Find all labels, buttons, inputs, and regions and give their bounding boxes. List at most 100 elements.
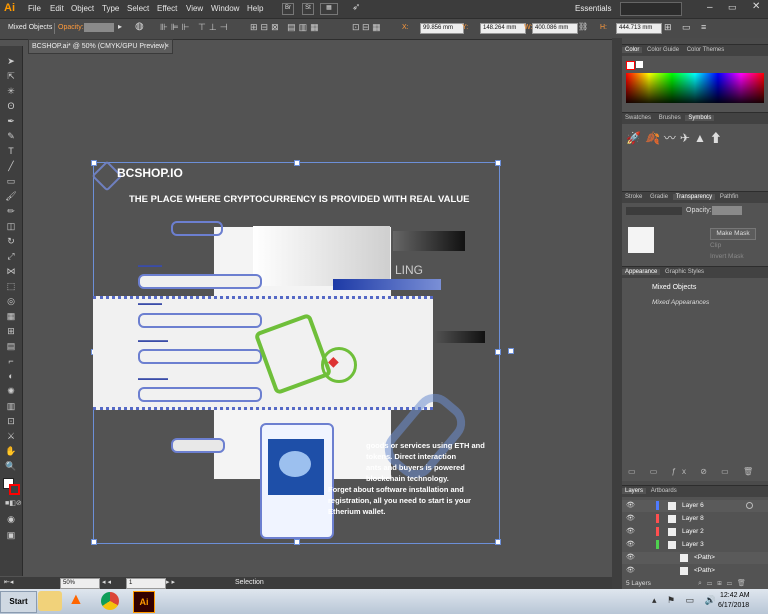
selection-handle[interactable] bbox=[91, 160, 97, 166]
fill-stroke-swatches[interactable] bbox=[626, 61, 635, 70]
menu-file[interactable]: File bbox=[28, 4, 41, 13]
free-transform-tool-icon[interactable]: ⬚ bbox=[5, 281, 17, 292]
transform-icons[interactable]: ⊡ ⊟ ▦ bbox=[352, 22, 381, 33]
menu-window[interactable]: Window bbox=[211, 4, 239, 13]
artboard-field[interactable]: 1 bbox=[126, 578, 166, 589]
menu-edit[interactable]: Edit bbox=[50, 4, 64, 13]
menu-effect[interactable]: Effect bbox=[157, 4, 177, 13]
layer-name[interactable]: <Path> bbox=[694, 567, 715, 574]
pencil-tool-icon[interactable]: ✏ bbox=[5, 206, 17, 217]
start-button[interactable]: Start bbox=[0, 591, 37, 613]
visibility-eye-icon[interactable]: 👁 bbox=[626, 566, 635, 574]
mesh-tool-icon[interactable]: ⊞ bbox=[5, 326, 17, 337]
visibility-eye-icon[interactable]: 👁 bbox=[626, 527, 635, 535]
magic-wand-tool-icon[interactable]: ✳ bbox=[5, 86, 17, 97]
direct-selection-tool-icon[interactable]: ⇱ bbox=[5, 71, 17, 82]
search-field[interactable] bbox=[620, 2, 682, 16]
distribute-icons[interactable]: ⊞⊟⊠ ▤▥▦ bbox=[250, 22, 322, 33]
h-field[interactable]: 444.713 mm bbox=[616, 23, 662, 34]
symbol-thumbnails[interactable]: 🚀🍂〰✈▲⬆ bbox=[626, 129, 726, 146]
workspace-switcher[interactable]: Essentials bbox=[575, 4, 611, 13]
tab-symbols[interactable]: Symbols bbox=[685, 115, 715, 121]
visibility-eye-icon[interactable]: 👁 bbox=[626, 553, 635, 561]
close-tab-icon[interactable]: × bbox=[165, 40, 169, 53]
layer-row[interactable]: 👁 Layer 8 bbox=[622, 513, 768, 525]
paintbrush-tool-icon[interactable]: 🖌 bbox=[5, 191, 17, 202]
curvature-tool-icon[interactable]: ✎ bbox=[5, 131, 17, 142]
visibility-eye-icon[interactable]: 👁 bbox=[626, 514, 635, 522]
opacity-arrow-icon[interactable]: ▸ bbox=[118, 22, 122, 31]
rotate-tool-icon[interactable]: ↻ bbox=[5, 236, 17, 247]
perspective-grid-tool-icon[interactable]: ▦ bbox=[5, 311, 17, 322]
appearance-footer-icons[interactable]: ▭ ▭ ƒx ⊘ ▭ 🗑 bbox=[628, 467, 759, 476]
selection-handle[interactable] bbox=[495, 160, 501, 166]
tab-pathfinder[interactable]: Pathfin bbox=[717, 194, 742, 200]
align-icons[interactable]: ⊪⊫⊩ ⊤⊥⊣ bbox=[160, 22, 231, 33]
tab-artboards[interactable]: Artboards bbox=[648, 488, 680, 494]
stroke-swatch[interactable] bbox=[9, 484, 20, 495]
tab-layers[interactable]: Layers bbox=[622, 488, 647, 494]
selection-handle[interactable] bbox=[508, 348, 514, 354]
layer-name[interactable]: Layer 2 bbox=[682, 528, 704, 535]
selection-tool-icon[interactable]: ➤ bbox=[5, 56, 17, 67]
layer-row[interactable]: 👁 Layer 6 bbox=[622, 500, 768, 512]
visibility-eye-icon[interactable]: 👁 bbox=[626, 540, 635, 548]
recolor-icon[interactable]: ◍ bbox=[135, 21, 144, 32]
tab-gradient[interactable]: Gradie bbox=[647, 194, 671, 200]
selection-handle[interactable] bbox=[294, 160, 300, 166]
visibility-eye-icon[interactable]: 👁 bbox=[626, 501, 635, 509]
artboard-next-icon[interactable]: ▸ ▸ bbox=[166, 578, 175, 586]
make-mask-button[interactable]: Make Mask bbox=[710, 228, 756, 240]
menu-select[interactable]: Select bbox=[127, 4, 149, 13]
rectangle-tool-icon[interactable]: ▭ bbox=[5, 176, 17, 187]
width-tool-icon[interactable]: ⋈ bbox=[5, 266, 17, 277]
menu-help[interactable]: Help bbox=[247, 4, 263, 13]
opacity-field[interactable] bbox=[84, 23, 114, 32]
arrange-documents-icon[interactable]: ▦ bbox=[320, 3, 338, 15]
tab-color-themes[interactable]: Color Themes bbox=[684, 47, 728, 53]
layer-name[interactable]: Layer 3 bbox=[682, 541, 704, 548]
maximize-icon[interactable]: ▭ bbox=[728, 2, 737, 13]
clip-checkbox[interactable]: Clip bbox=[710, 242, 721, 249]
zoom-field[interactable]: 50% bbox=[60, 578, 100, 589]
zoom-tool-icon[interactable]: 🔍 bbox=[5, 461, 17, 472]
layers-footer-icons[interactable]: ⌕▭⊞▭🗑 bbox=[698, 579, 751, 588]
tab-color-guide[interactable]: Color Guide bbox=[644, 47, 682, 53]
file-explorer-icon[interactable] bbox=[38, 591, 62, 611]
bridge-icon[interactable]: Br bbox=[282, 3, 294, 15]
eraser-tool-icon[interactable]: ◫ bbox=[5, 221, 17, 232]
screen-mode-icon[interactable]: ▣ bbox=[5, 530, 17, 541]
artboard-tool-icon[interactable]: ⊡ bbox=[5, 416, 17, 427]
invert-mask-checkbox[interactable]: Invert Mask bbox=[710, 253, 744, 260]
minimize-icon[interactable]: – bbox=[707, 2, 713, 13]
gpu-rocket-icon[interactable]: ➶ bbox=[352, 2, 360, 13]
opacity-field[interactable] bbox=[712, 206, 742, 215]
tab-graphic-styles[interactable]: Graphic Styles bbox=[662, 269, 707, 275]
blend-tool-icon[interactable]: ◐ bbox=[5, 371, 17, 382]
gradient-tool-icon[interactable]: ▤ bbox=[5, 341, 17, 352]
scale-tool-icon[interactable]: ⤢ bbox=[5, 251, 17, 262]
mask-thumbnail[interactable] bbox=[628, 227, 654, 253]
tab-stroke[interactable]: Stroke bbox=[622, 194, 645, 200]
chrome-icon[interactable] bbox=[101, 592, 119, 610]
selection-handle[interactable] bbox=[294, 539, 300, 545]
white-swatch[interactable] bbox=[636, 61, 643, 68]
tab-transparency[interactable]: Transparency bbox=[672, 194, 716, 200]
line-tool-icon[interactable]: ╱ bbox=[5, 161, 17, 172]
pen-tool-icon[interactable]: ✒ bbox=[5, 116, 17, 127]
layer-row[interactable]: 👁 Layer 2 bbox=[622, 526, 768, 538]
selection-handle[interactable] bbox=[495, 349, 501, 355]
artboard-nav-icon[interactable]: ◂ ◂ bbox=[102, 578, 111, 586]
zoom-arrows-icon[interactable]: ⇤◂ bbox=[4, 578, 13, 586]
hand-tool-icon[interactable]: ✋ bbox=[5, 446, 17, 457]
tab-swatches[interactable]: Swatches bbox=[622, 115, 654, 121]
stock-icon[interactable]: St bbox=[302, 3, 314, 15]
document-tab[interactable]: BCSHOP.ai* @ 50% (CMYK/GPU Preview) × bbox=[28, 39, 173, 54]
selection-handle[interactable] bbox=[91, 539, 97, 545]
tray-icons[interactable]: ▴ ⚑ ▭ 🔊 bbox=[652, 595, 720, 606]
tab-brushes[interactable]: Brushes bbox=[656, 115, 684, 121]
color-mode-icons[interactable]: ■◧⊘ bbox=[5, 498, 22, 509]
layer-row[interactable]: 👁 Layer 3 bbox=[622, 539, 768, 551]
menu-type[interactable]: Type bbox=[102, 4, 119, 13]
close-icon[interactable]: ✕ bbox=[752, 1, 760, 12]
